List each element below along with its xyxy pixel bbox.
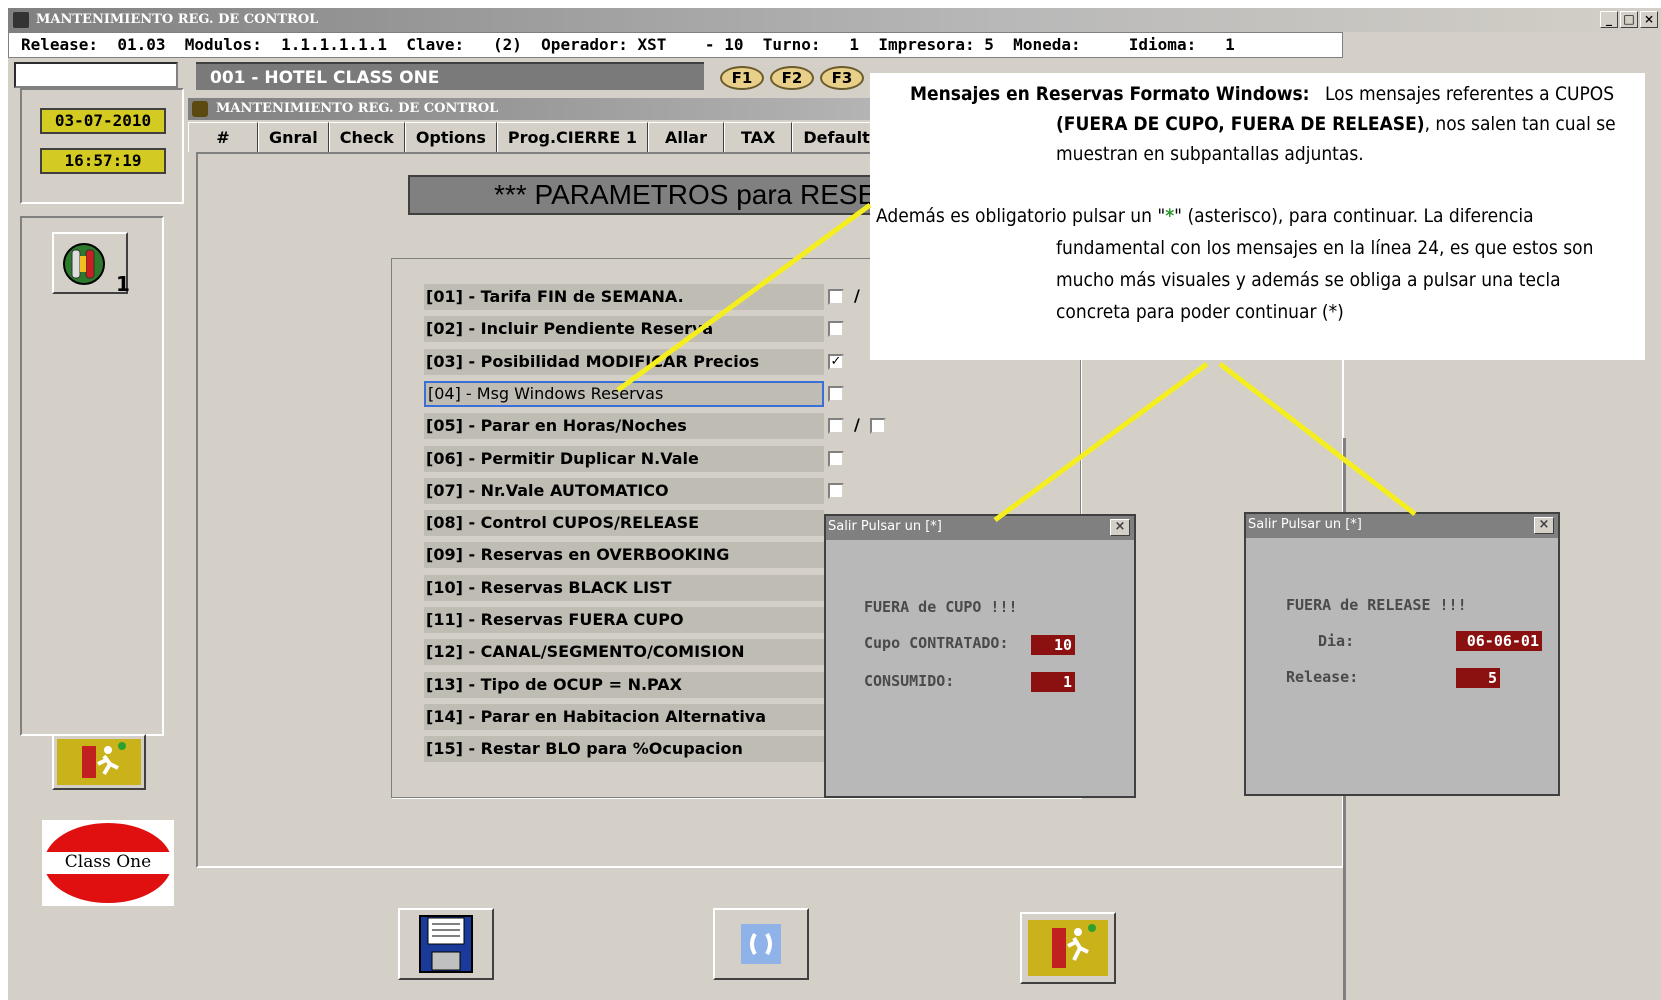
close-button[interactable]: × [1640,11,1658,28]
hotel-name: 001 - HOTEL CLASS ONE [196,62,704,90]
floppy-icon [419,915,473,973]
tab-bar: # Gnral Check Options Prog.CIERRE 1 Alla… [188,122,925,152]
tab-hash[interactable]: # [188,122,258,152]
logo-text: Class One [64,852,152,872]
class-one-logo: Class One [42,820,174,906]
parameter-row[interactable]: [12] - CANAL/SEGMENTO/COMISION [424,639,824,665]
f2-key[interactable]: F2 [770,66,814,90]
parameter-row[interactable]: [13] - Tipo de OCUP = N.PAX [424,672,824,698]
dialog-cupo-close-button[interactable]: × [1110,519,1130,536]
inner-title: MANTENIMIENTO REG. DE CONTROL [216,101,499,116]
tab-options[interactable]: Options [404,122,497,152]
parameter-row[interactable]: [01] - Tarifa FIN de SEMANA. [424,284,824,310]
window-titlebar: MANTENIMIENTO REG. DE CONTROL _ □ × [8,8,1661,32]
dialog-fuera-cupo: Salir Pulsar un [*] × FUERA de CUPO !!! … [824,514,1136,798]
dialog-cupo-row2-value: 1 [1031,672,1075,692]
dialog-cupo-row1-value: 10 [1031,635,1075,655]
dialog-release-title: Salir Pulsar un [*] [1248,517,1362,532]
tab-allar[interactable]: Allar [647,122,724,152]
explanation-callout: Mensajes en Reservas Formato Windows: Lo… [870,73,1645,360]
dialog-fuera-release: Salir Pulsar un [*] × FUERA de RELEASE !… [1244,512,1560,796]
tab-tax[interactable]: TAX [724,122,793,152]
maximize-button[interactable]: □ [1620,11,1638,28]
dialog-cupo-row1-label: Cupo CONTRATADO: [864,634,1009,652]
callout-p2-line3: mucho más visuales y además se obliga a … [1056,269,1561,291]
callout-heading: Mensajes en Reservas Formato Windows: [910,83,1310,105]
exit-icon [57,739,141,785]
parameter-checkbox[interactable] [828,289,844,305]
left-panel: 03-07-2010 16:57:19 1 Class One [20,88,184,1000]
parameter-row[interactable]: [03] - Posibilidad MODIFICAR Precios [424,349,824,375]
dialog-release-heading: FUERA de RELEASE !!! [1286,596,1467,614]
datetime-frame: 03-07-2010 16:57:19 [20,88,184,204]
callout-p2-line2: fundamental con los mensajes en la línea… [1056,237,1594,259]
parameter-checkbox[interactable]: ✓ [828,354,844,370]
dialog-cupo-row2-label: CONSUMIDO: [864,672,955,690]
parameters-banner: *** PARAMETROS para RESE [408,175,928,215]
time-display: 16:57:19 [40,148,166,174]
exit-button-bottom[interactable] [1020,912,1116,984]
callout-p2-line1a: Además es obligatorio pulsar un " [876,205,1166,227]
dialog-release-row2-label: Release: [1286,668,1359,686]
parameter-row[interactable]: [07] - Nr.Vale AUTOMATICO [424,478,824,504]
parameter-row[interactable]: [08] - Control CUPOS/RELEASE [424,510,824,536]
dialog-release-row1-label: Dia: [1318,632,1355,650]
parameter-checkbox[interactable] [828,386,844,402]
exit-icon [1028,920,1108,976]
minimize-button[interactable]: _ [1600,11,1618,28]
tab-check[interactable]: Check [328,122,405,152]
parameter-checkbox[interactable] [828,451,844,467]
dialog-cupo-title: Salir Pulsar un [*] [828,519,942,534]
date-display: 03-07-2010 [40,108,166,134]
parameter-row[interactable]: [05] - Parar en Horas/Noches [424,413,824,439]
callout-p1-line3: muestran en subpantallas adjuntas. [1056,143,1364,165]
tools-frame: 1 [20,216,164,736]
parameter-row[interactable]: [06] - Permitir Duplicar N.Vale [424,446,824,472]
tools-button[interactable]: 1 [52,232,130,296]
dialog-release-row2-value: 5 [1456,668,1500,688]
callout-p1-bold: (FUERA DE CUPO, FUERA DE RELEASE) [1056,113,1425,135]
parameter-row[interactable]: [04] - Msg Windows Reservas [424,381,824,407]
parameter-row[interactable]: [11] - Reservas FUERA CUPO [424,607,824,633]
tab-default[interactable]: Default [792,122,881,152]
dialog-cupo-titlebar: Salir Pulsar un [*] × [826,516,1134,540]
callout-p2-line4: concreta para poder continuar (*) [1056,301,1344,323]
parameter-checkbox[interactable] [828,418,844,434]
parameter-checkbox[interactable] [828,321,844,337]
parameter-checkbox-secondary[interactable] [870,418,886,434]
callout-asterisk: * [1165,205,1175,227]
parameter-row[interactable]: [14] - Parar en Habitacion Alternativa [424,704,824,730]
parameter-row[interactable]: [02] - Incluir Pendiente Reserva [424,316,824,342]
exit-button-left[interactable] [52,734,146,790]
tools-badge: 1 [116,272,130,296]
refresh-icon [741,924,781,964]
app-icon [13,12,29,28]
f3-key[interactable]: F3 [820,66,864,90]
callout-p2-line1b: " (asterisco), para continuar. La difere… [1174,205,1534,227]
dialog-release-titlebar: Salir Pulsar un [*] × [1246,514,1558,538]
f1-key[interactable]: F1 [720,66,764,90]
tab-gnral[interactable]: Gnral [258,122,329,152]
command-input[interactable] [14,62,178,88]
callout-p1-line1: Los mensajes referentes a CUPOS [1324,83,1615,105]
tab-prog-cierre[interactable]: Prog.CIERRE 1 [496,122,648,152]
refresh-button[interactable] [713,908,809,980]
parameter-row[interactable]: [09] - Reservas en OVERBOOKING [424,542,824,568]
window-title: MANTENIMIENTO REG. DE CONTROL [36,12,319,27]
parameter-row[interactable]: [15] - Restar BLO para %Ocupacion [424,736,824,762]
parameter-row[interactable]: [10] - Reservas BLACK LIST [424,575,824,601]
checkbox-separator: / [854,286,860,305]
session-info-bar: Release: 01.03 Modulos: 1.1.1.1.1.1 Clav… [8,32,1343,58]
dialog-cupo-heading: FUERA de CUPO !!! [864,598,1018,616]
callout-p1-line2: , nos salen tan cual se [1424,113,1616,135]
save-button[interactable] [398,908,494,980]
dialog-release-close-button[interactable]: × [1534,517,1554,534]
dialog-release-row1-value: 06-06-01 [1456,631,1542,651]
checkbox-separator: / [854,415,860,434]
inner-app-icon [192,101,208,117]
parameter-checkbox[interactable] [828,483,844,499]
